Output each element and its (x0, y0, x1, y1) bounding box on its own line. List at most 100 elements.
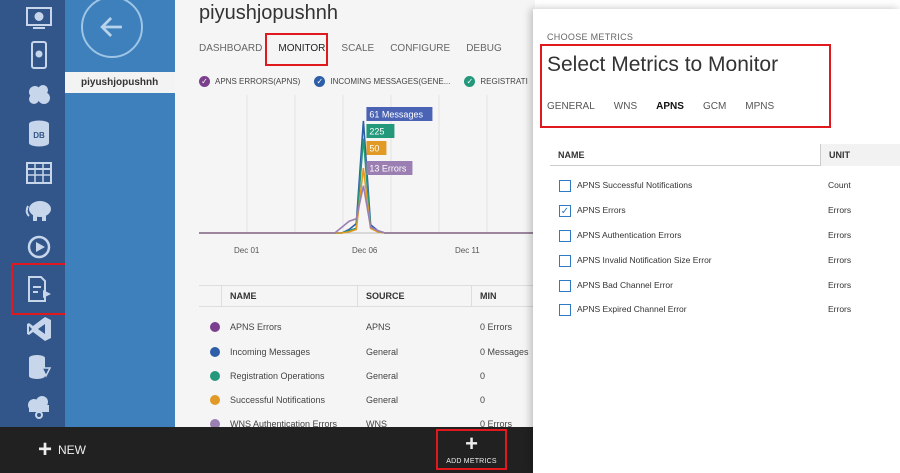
row-min: 0 (480, 395, 486, 405)
metric-checkbox[interactable] (559, 280, 571, 292)
table-row[interactable]: Registration Operations General 0 (199, 364, 535, 388)
metric-unit: Errors (828, 255, 852, 265)
metric-row[interactable]: APNS Invalid Notification Size Error Err… (557, 252, 900, 272)
check-icon: ✓ (314, 76, 326, 87)
row-name: Successful Notifications (230, 395, 326, 405)
chart-legend: ✓ APNS ERRORS(APNS) ✓ INCOMING MESSAGES(… (199, 76, 535, 87)
metric-checkbox[interactable] (559, 180, 571, 192)
metric-name: APNS Errors (577, 205, 626, 215)
cloud-services-icon[interactable] (22, 80, 56, 110)
column-header-name[interactable]: NAME (558, 150, 585, 160)
row-source: WNS (366, 419, 387, 427)
legend-label: INCOMING MESSAGES(GENE... (330, 77, 451, 86)
metric-row[interactable]: APNS Bad Channel Error Errors (557, 277, 900, 297)
metrics-list-header: NAME UNIT (550, 144, 900, 166)
data-label-text: 13 Errors (369, 164, 407, 174)
metrics-line-chart: 61 Messages2255013 Errors Dec 01 Dec 06 De… (199, 95, 535, 255)
metric-name: APNS Authentication Errors (577, 230, 682, 240)
storage-icon[interactable] (22, 158, 56, 188)
metric-unit: Errors (828, 205, 852, 215)
row-name: WNS Authentication Errors (230, 419, 338, 427)
x-tick-label: Dec 01 (234, 246, 260, 255)
chart-x-ticks: Dec 01 Dec 06 Dec 11 (234, 246, 480, 255)
row-name: Registration Operations (230, 371, 325, 381)
data-label: 225 (366, 124, 395, 138)
metric-checkbox[interactable] (559, 304, 571, 316)
plus-icon: + (38, 436, 53, 463)
column-header-source[interactable]: SOURCE (357, 285, 471, 307)
back-area (65, 0, 175, 72)
web-sites-icon[interactable] (22, 4, 56, 34)
row-source: APNS (366, 322, 391, 332)
legend-item[interactable]: ✓ APNS ERRORS(APNS) (199, 76, 300, 87)
sql-database-icon[interactable]: DB (22, 118, 56, 148)
check-icon: ✓ (560, 205, 570, 217)
metric-unit: Errors (828, 230, 852, 240)
metric-checkbox[interactable] (559, 230, 571, 242)
data-label: 13 Errors (366, 161, 413, 175)
row-source: General (366, 347, 399, 357)
legend-label: REGISTRATI (480, 77, 528, 86)
legend-item[interactable]: ✓ REGISTRATI (464, 76, 528, 87)
add-metrics-button[interactable]: + ADD METRICS (436, 429, 507, 470)
row-source: General (366, 371, 399, 381)
row-name: Incoming Messages (230, 347, 311, 357)
dialog-label: CHOOSE METRICS (547, 32, 634, 42)
svg-text:DB: DB (33, 131, 45, 140)
x-tick-label: Dec 11 (455, 246, 480, 255)
dialog-header-highlight (540, 44, 831, 128)
row-name: APNS Errors (230, 322, 282, 332)
chart-data-labels: 61 Messages 225 50 13 Errors (366, 107, 433, 175)
plus-icon: + (465, 431, 478, 456)
metric-unit: Count (828, 180, 851, 190)
tab-debug[interactable]: DEBUG (466, 42, 502, 55)
media-services-icon[interactable] (22, 232, 56, 262)
left-nav-rail: DB (0, 0, 65, 427)
tab-scale[interactable]: SCALE (341, 42, 374, 55)
column-header-unit[interactable]: UNIT (820, 144, 900, 166)
row-min: 0 Errors (480, 322, 513, 332)
table-row[interactable]: Incoming Messages General 0 Messages (199, 340, 535, 364)
check-icon (210, 419, 220, 427)
x-tick-label: Dec 06 (352, 246, 378, 255)
check-icon: ✓ (464, 76, 476, 87)
metric-name: APNS Expired Channel Error (577, 304, 687, 314)
table-row[interactable]: APNS Errors APNS 0 Errors (199, 315, 535, 339)
check-icon (210, 347, 220, 357)
row-source: General (366, 395, 399, 405)
new-label: NEW (58, 443, 87, 457)
legend-label: APNS ERRORS(APNS) (215, 77, 301, 86)
data-label-text: 61 Messages (369, 110, 423, 120)
visual-studio-icon[interactable] (22, 314, 56, 344)
table-row[interactable]: Successful Notifications General 0 (199, 388, 535, 412)
metric-row[interactable]: ✓ APNS Errors Errors (557, 202, 900, 222)
monitor-tab-highlight (265, 33, 328, 66)
command-bar: + NEW + ADD METRICS (0, 427, 533, 473)
tab-configure[interactable]: CONFIGURE (390, 42, 450, 55)
metric-unit: Errors (828, 304, 852, 314)
selected-service-highlight (11, 263, 70, 315)
column-header-name[interactable]: NAME (221, 285, 357, 307)
arrow-left-icon (100, 17, 122, 37)
page-tabs: DASHBOARD MONITOR SCALE CONFIGURE DEBUG (199, 42, 518, 55)
hdinsight-icon[interactable] (22, 194, 56, 224)
monitor-page: piyushjopushnh DASHBOARD MONITOR SCALE C… (175, 0, 535, 427)
metric-row[interactable]: APNS Successful Notifications Count (557, 177, 900, 197)
table-row[interactable]: WNS Authentication Errors WNS 0 Errors (199, 412, 535, 427)
back-button[interactable] (81, 0, 143, 58)
new-button[interactable]: + NEW (38, 436, 87, 463)
row-min: 0 Messages (480, 347, 529, 357)
service-item-selected[interactable]: piyushjopushnh (65, 72, 175, 93)
metric-row[interactable]: APNS Expired Channel Error Errors (557, 301, 900, 321)
metric-checkbox[interactable]: ✓ (559, 205, 571, 217)
tab-dashboard[interactable]: DASHBOARD (199, 42, 262, 55)
metric-row[interactable]: APNS Authentication Errors Errors (557, 227, 900, 247)
mobile-services-icon[interactable] (22, 40, 56, 70)
column-header-min[interactable]: MIN (471, 285, 535, 307)
cloud-settings-icon[interactable] (22, 392, 56, 422)
metric-checkbox[interactable] (559, 255, 571, 267)
legend-item[interactable]: ✓ INCOMING MESSAGES(GENE... (314, 76, 450, 87)
cache-icon[interactable] (22, 352, 56, 382)
metric-name: APNS Invalid Notification Size Error (577, 255, 712, 265)
metric-name: APNS Bad Channel Error (577, 280, 673, 290)
